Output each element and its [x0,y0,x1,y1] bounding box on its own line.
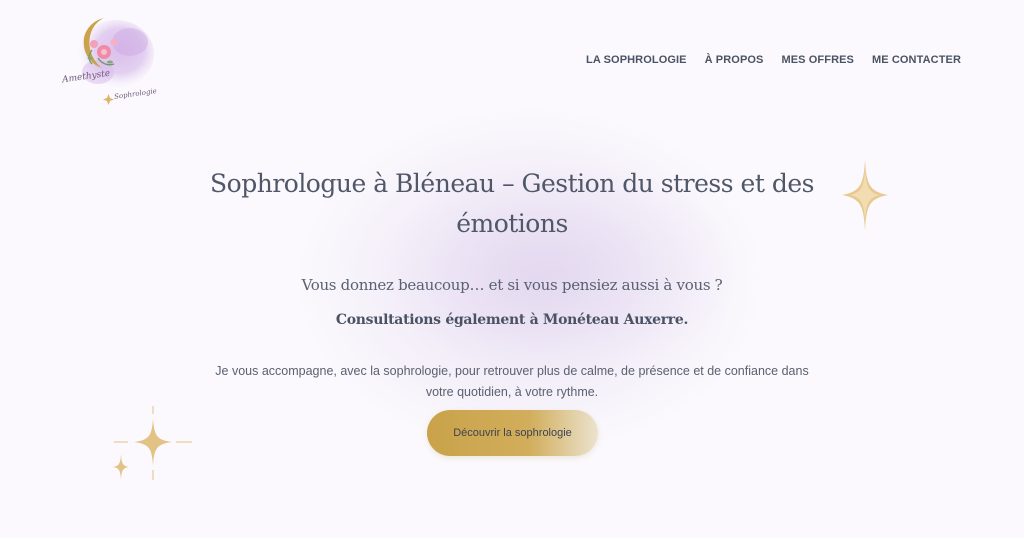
hero-subtitle: Vous donnez beaucoup… et si vous pensiez… [301,276,723,294]
hero-title: Sophrologue à Bléneau – Gestion du stres… [210,169,814,238]
nav-me-contacter[interactable]: ME CONTACTER [872,54,961,66]
nav-mes-offres[interactable]: MES OFFRES [781,54,854,66]
sparkle-cluster-icon [113,406,192,480]
hero-consultations: Consultations également à Monéteau Auxer… [335,312,689,328]
discover-sophrology-button[interactable]: Découvrir la sophrologie [427,410,598,456]
nav-la-sophrologie[interactable]: LA SOPHROLOGIE [586,54,687,66]
sparkle-icon [842,160,888,230]
hero-description: Je vous accompagne, avec la sophrologie,… [215,364,809,399]
main-nav: LA SOPHROLOGIE À PROPOS MES OFFRES ME CO… [586,54,961,66]
nav-a-propos[interactable]: À PROPOS [705,54,764,66]
site-logo[interactable]: Amethyste Sophrologie [58,12,158,108]
